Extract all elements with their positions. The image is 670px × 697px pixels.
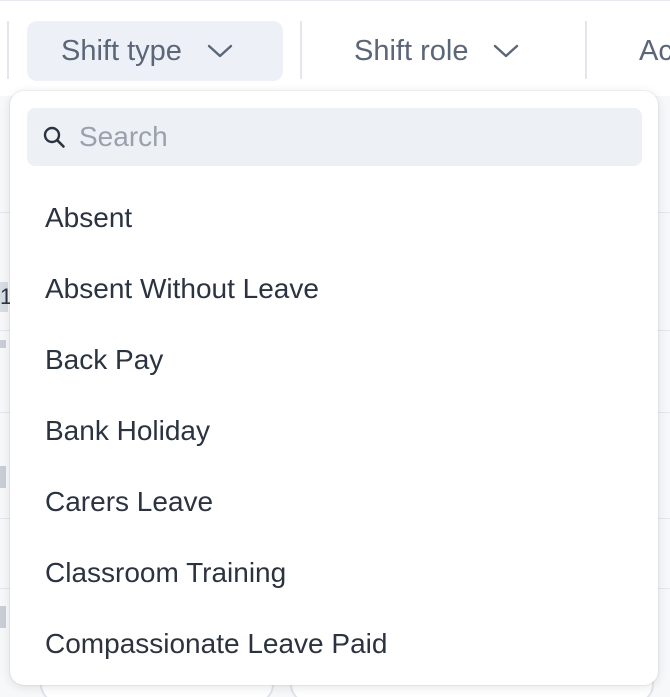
dropdown-options-list: Absent Absent Without Leave Back Pay Ban…	[10, 182, 658, 679]
search-icon	[41, 124, 67, 150]
shift-role-filter-label: Shift role	[354, 34, 469, 67]
dropdown-option[interactable]: Back Pay	[10, 324, 658, 395]
filter-bar: Shift type Shift role Ac	[0, 0, 670, 96]
background-cell-fragment	[0, 340, 6, 348]
filter-divider	[7, 21, 9, 79]
dropdown-option[interactable]: Absent	[10, 182, 658, 253]
shift-type-filter-button[interactable]: Shift type	[27, 21, 283, 81]
dropdown-option-label: Absent Without Leave	[45, 272, 319, 304]
filter-divider	[585, 21, 587, 79]
dropdown-option-label: Classroom Training	[45, 556, 287, 588]
chevron-down-icon	[206, 37, 234, 65]
background-cell-fragment	[0, 466, 6, 488]
dropdown-option[interactable]: Bank Holiday	[10, 395, 658, 466]
dropdown-option-label: Absent	[45, 201, 133, 233]
search-input[interactable]	[79, 121, 619, 153]
dropdown-option-label: Compassionate Leave Paid	[45, 627, 388, 659]
background-cell-fragment	[0, 606, 6, 628]
page: 1 Shift type Shift role Ac Search Absent…	[0, 0, 670, 697]
dropdown-option-label: Bank Holiday	[45, 414, 210, 446]
dropdown-option[interactable]: Classroom Training	[10, 537, 658, 608]
dropdown-option-label: Carers Leave	[45, 485, 214, 517]
shift-type-filter-label: Shift type	[61, 34, 182, 67]
shift-role-filter-button[interactable]: Shift role	[320, 21, 560, 81]
shift-type-dropdown: Absent Absent Without Leave Back Pay Ban…	[10, 91, 658, 685]
next-filter-button[interactable]: Ac	[606, 21, 670, 81]
dropdown-option-label: Back Pay	[45, 343, 164, 375]
background-cell-fragment: 1	[0, 282, 12, 312]
next-filter-label: Ac	[639, 34, 670, 67]
filter-divider	[300, 21, 302, 79]
dropdown-option[interactable]: Carers Leave	[10, 466, 658, 537]
dropdown-option[interactable]: Absent Without Leave	[10, 253, 658, 324]
dropdown-option[interactable]: Compassionate Leave Paid	[10, 608, 658, 679]
dropdown-search-box[interactable]	[27, 108, 642, 166]
chevron-down-icon	[492, 37, 520, 65]
